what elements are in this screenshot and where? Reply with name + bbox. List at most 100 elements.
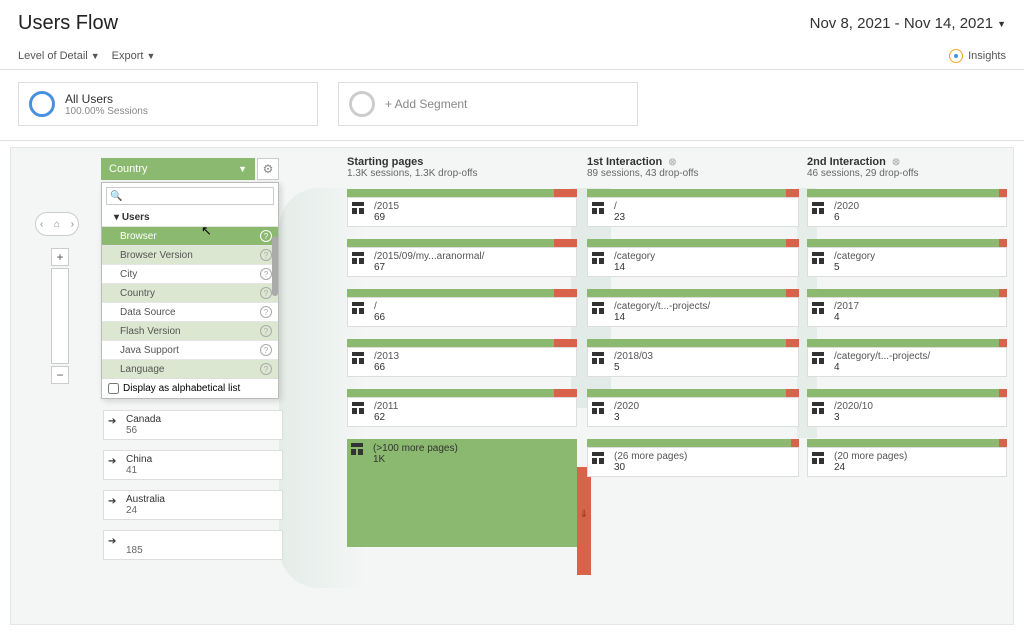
help-icon[interactable]: ? [260, 363, 272, 375]
flow-node[interactable]: /20203 [587, 389, 799, 427]
country-node[interactable]: ➔Australia24 [103, 490, 283, 520]
add-segment-label: + Add Segment [385, 97, 467, 111]
node-count: 4 [834, 312, 840, 323]
country-node[interactable]: ➔China41 [103, 450, 283, 480]
dimension-option[interactable]: Flash Version? [102, 321, 278, 340]
segment-subtitle: 100.00% Sessions [65, 106, 148, 117]
segment-circle-icon [349, 91, 375, 117]
page-icon [592, 302, 604, 314]
page-icon [352, 302, 364, 314]
flow-node-more[interactable]: (>100 more pages)1K⇓ [347, 439, 577, 547]
zoom-in-button[interactable]: + [51, 248, 69, 266]
gear-icon: ⚙ [263, 162, 274, 176]
country-count: 185 [126, 545, 143, 556]
option-label: Country [120, 288, 155, 299]
zoom-slider[interactable] [51, 268, 69, 364]
add-segment-button[interactable]: + Add Segment [338, 82, 638, 126]
flow-node[interactable]: /201366 [347, 339, 577, 377]
country-node[interactable]: ➔185 [103, 530, 283, 560]
dimension-option[interactable]: Browser Version? [102, 245, 278, 264]
dimension-settings-button[interactable]: ⚙ [257, 158, 279, 180]
node-path: / [374, 301, 570, 312]
pan-home-control[interactable]: ‹ ⌂ › [35, 212, 79, 236]
dimension-option[interactable]: Country? [102, 283, 278, 302]
dimension-option[interactable]: Language? [102, 359, 278, 378]
option-label: Flash Version [120, 326, 181, 337]
help-icon[interactable]: ? [260, 306, 272, 318]
flow-node-more[interactable]: (26 more pages)30 [587, 439, 799, 477]
option-label: Data Source [120, 307, 176, 318]
column-title: 1st Interaction⊗ [587, 156, 799, 168]
country-name: Canada [126, 414, 161, 425]
dimension-option[interactable]: City? [102, 264, 278, 283]
country-node[interactable]: ➔Canada56 [103, 410, 283, 440]
flow-node[interactable]: /2018/035 [587, 339, 799, 377]
flow-node[interactable]: /category/t...-projects/14 [587, 289, 799, 327]
node-path: /category [614, 251, 792, 262]
column-title: Starting pages [347, 156, 577, 168]
option-label: City [120, 269, 137, 280]
remove-column-button[interactable]: ⊗ [892, 157, 900, 168]
help-icon[interactable]: ? [260, 325, 272, 337]
scrollbar[interactable] [272, 226, 278, 378]
country-nodes: ➔Canada56➔China41➔Australia24➔185 [103, 400, 283, 560]
flow-node[interactable]: /23 [587, 189, 799, 227]
segment-circle-icon [29, 91, 55, 117]
node-count: 66 [374, 312, 385, 323]
flow-node[interactable]: /20206 [807, 189, 1007, 227]
flow-node[interactable]: /category5 [807, 239, 1007, 277]
node-path: /2011 [374, 401, 570, 412]
country-name: Australia [126, 494, 165, 505]
page-icon [812, 252, 824, 264]
alphabetical-checkbox[interactable] [108, 383, 119, 394]
flow-node[interactable]: /66 [347, 289, 577, 327]
node-count: 4 [834, 362, 840, 373]
dimension-group-users[interactable]: ▾ Users [102, 209, 278, 226]
node-path: /2018/03 [614, 351, 792, 362]
option-label: Browser Version [120, 250, 193, 261]
insights-button[interactable]: Insights [949, 49, 1006, 63]
column-title: 2nd Interaction⊗ [807, 156, 1007, 168]
zoom-out-button[interactable]: − [51, 366, 69, 384]
flow-node[interactable]: /category/t...-projects/4 [807, 339, 1007, 377]
page-icon [592, 452, 604, 464]
dimension-option[interactable]: Data Source? [102, 302, 278, 321]
flow-node[interactable]: /2020/103 [807, 389, 1007, 427]
remove-column-button[interactable]: ⊗ [668, 157, 676, 168]
node-count: 5 [614, 362, 620, 373]
help-icon[interactable]: ? [260, 344, 272, 356]
flow-node[interactable]: /category14 [587, 239, 799, 277]
cursor-icon: ↖ [201, 223, 212, 239]
node-path: /category [834, 251, 1000, 262]
node-path: (>100 more pages) [373, 443, 458, 454]
help-icon[interactable]: ? [260, 287, 272, 299]
dimension-select[interactable]: Country ▼ [101, 158, 255, 180]
flow-node[interactable]: /201569 [347, 189, 577, 227]
home-icon: ⌂ [54, 219, 60, 230]
help-icon[interactable]: ? [260, 249, 272, 261]
level-of-detail-menu[interactable]: Level of Detail ▼ [18, 50, 100, 62]
date-range-picker[interactable]: Nov 8, 2021 - Nov 14, 2021 ▼ [810, 15, 1006, 32]
dropoff-arrow-icon: ⇓ [580, 509, 588, 520]
arrow-icon: ➔ [108, 416, 116, 427]
country-name: China [126, 454, 152, 465]
dimension-option[interactable]: Browser? [102, 226, 278, 245]
segment-title: All Users [65, 92, 148, 106]
node-path: (20 more pages) [834, 451, 1000, 462]
flow-node-more[interactable]: (20 more pages)24 [807, 439, 1007, 477]
flow-node[interactable]: /20174 [807, 289, 1007, 327]
help-icon[interactable]: ? [260, 230, 272, 242]
export-menu[interactable]: Export ▼ [112, 50, 156, 62]
flow-node[interactable]: /2015/09/my...aranormal/67 [347, 239, 577, 277]
dimension-search-input[interactable] [106, 187, 274, 205]
export-label: Export [112, 50, 144, 62]
flow-node[interactable]: /201162 [347, 389, 577, 427]
node-path: /2020 [614, 401, 792, 412]
dimension-option[interactable]: Java Support? [102, 340, 278, 359]
help-icon[interactable]: ? [260, 268, 272, 280]
flow-canvas[interactable]: ‹ ⌂ › + − Country ▼ ⚙ 🔍 ▾ Users Browser?… [10, 147, 1014, 625]
alphabetical-toggle[interactable]: Display as alphabetical list [102, 378, 278, 398]
segment-all-users[interactable]: All Users 100.00% Sessions [18, 82, 318, 126]
scrollbar-thumb[interactable] [272, 236, 278, 296]
node-count: 5 [834, 262, 840, 273]
